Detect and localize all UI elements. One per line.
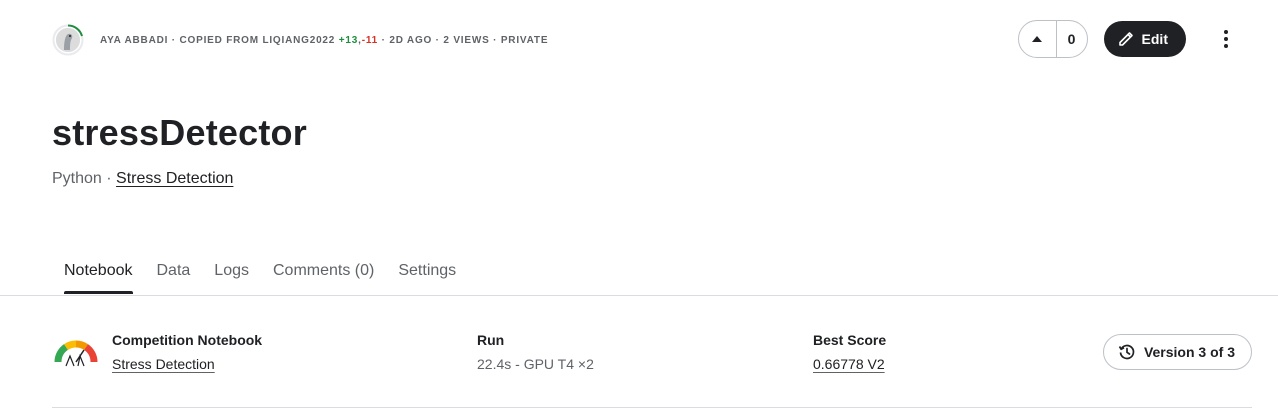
run-column: Run 22.4s - GPU T4 ×2: [477, 332, 594, 372]
notebook-meta-text: AYA ABBADI · COPIED FROM LIQIANG2022 +13…: [100, 35, 548, 46]
edit-label: Edit: [1141, 31, 1168, 47]
language-label: Python: [52, 170, 102, 187]
diff-minus[interactable]: -11: [362, 35, 378, 46]
competition-label: Competition Notebook: [112, 332, 263, 348]
upvote-button[interactable]: [1019, 21, 1057, 57]
tab-comments[interactable]: Comments (0): [261, 252, 386, 294]
version-label: Version 3 of 3: [1143, 344, 1235, 360]
info-divider: [52, 407, 1252, 408]
tab-data[interactable]: Data: [145, 252, 203, 294]
header-actions: 0 Edit: [1017, 20, 1238, 58]
best-score-label: Best Score: [813, 332, 887, 348]
competition-column: Competition Notebook Stress Detection: [112, 332, 262, 372]
triangle-up-icon: [1032, 36, 1043, 42]
copied-from-text[interactable]: · COPIED FROM LIQIANG2022: [172, 35, 335, 46]
version-button[interactable]: Version 3 of 3: [1102, 334, 1252, 370]
pencil-icon: [1118, 32, 1133, 46]
edit-button[interactable]: Edit: [1103, 21, 1186, 57]
vote-count: 0: [1067, 31, 1076, 47]
competition-value-link[interactable]: Stress Detection: [112, 356, 262, 372]
stress-gauge-icon[interactable]: [54, 334, 98, 370]
tab-notebook[interactable]: Notebook: [52, 252, 145, 294]
notebook-info-row: Competition Notebook Stress Detection Ru…: [52, 330, 1252, 380]
diff-plus[interactable]: +13: [339, 35, 358, 46]
tab-settings[interactable]: Settings: [386, 252, 468, 294]
meta-suffix: · 2D AGO · 2 VIEWS · PRIVATE: [381, 34, 549, 46]
vertical-dots-icon[interactable]: [1214, 27, 1238, 51]
subtitle-separator: ·: [106, 170, 112, 187]
user-avatar-icon[interactable]: [52, 24, 84, 56]
tab-logs[interactable]: Logs: [202, 252, 261, 294]
competition-link[interactable]: Stress Detection: [116, 170, 233, 187]
run-label: Run: [477, 332, 505, 348]
notebook-tabs: Notebook Data Logs Comments (0) Settings: [52, 252, 468, 294]
notebook-meta-row: AYA ABBADI · COPIED FROM LIQIANG2022 +13…: [52, 20, 548, 60]
run-value: 22.4s - GPU T4 ×2: [477, 356, 594, 372]
tabs-divider: [0, 295, 1278, 296]
author-link[interactable]: AYA ABBADI: [100, 35, 168, 46]
best-score-link[interactable]: 0.66778 V2: [813, 356, 886, 372]
upvote-control: 0: [1017, 20, 1088, 58]
score-column: Best Score 0.66778 V2: [813, 332, 886, 372]
notebook-subtitle: Python · Stress Detection: [52, 170, 233, 188]
page-title: stressDetector: [52, 112, 307, 153]
history-icon: [1118, 344, 1135, 360]
